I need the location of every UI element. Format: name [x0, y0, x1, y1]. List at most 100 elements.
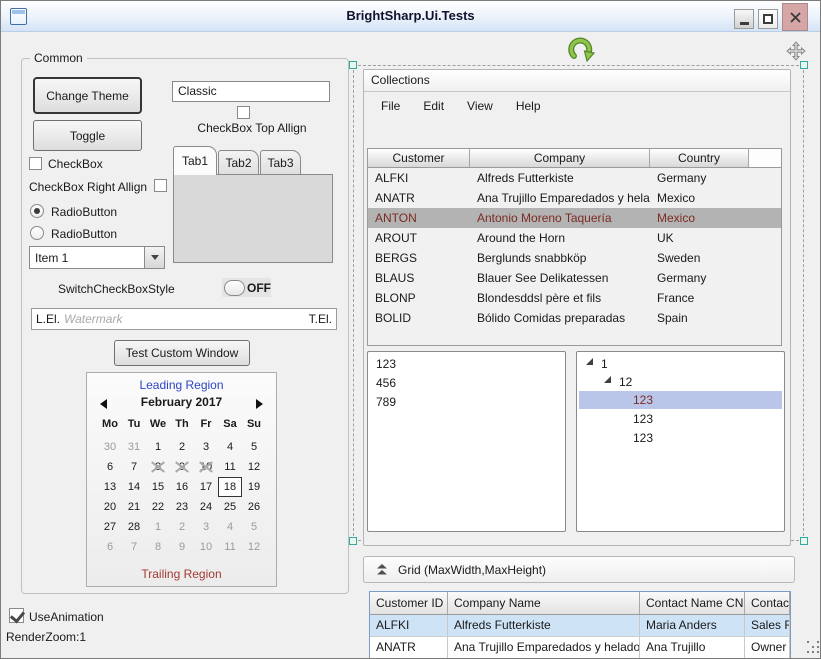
calendar-day[interactable]: 20	[98, 497, 122, 517]
calendar-day[interactable]: 24	[194, 497, 218, 517]
calendar-day[interactable]: 31	[122, 437, 146, 457]
calendar-day[interactable]: 11	[218, 457, 242, 477]
table-row[interactable]: ALFKIAlfreds FutterkisteGermany	[368, 168, 781, 188]
menu-item-help[interactable]: Help	[509, 98, 548, 118]
title-bar[interactable]: BrightSharp.Ui.Tests	[1, 1, 820, 32]
calendar-day[interactable]: 6	[98, 537, 122, 557]
calendar-day[interactable]: 27	[98, 517, 122, 537]
item-combobox[interactable]: Item 1	[29, 246, 165, 269]
calendar-day[interactable]: 17	[194, 477, 218, 497]
column-header-customer-id[interactable]: Customer ID	[370, 592, 448, 614]
menu-item-edit[interactable]: Edit	[416, 98, 451, 118]
calendar-day[interactable]: 9	[170, 457, 194, 477]
checkbox[interactable]	[29, 157, 42, 170]
column-header-company-name[interactable]: Company Name	[448, 592, 640, 614]
calendar-day[interactable]: 12	[242, 537, 266, 557]
tab-tab1[interactable]: Tab1	[173, 146, 217, 175]
calendar-day[interactable]: 16	[170, 477, 194, 497]
table-row[interactable]: ANATRAna Trujillo Emparedados y helaMexi…	[368, 188, 781, 208]
tab-tab2[interactable]: Tab2	[218, 150, 259, 175]
calendar-day[interactable]: 10	[194, 537, 218, 557]
calendar-day[interactable]: 22	[146, 497, 170, 517]
rotate-icon[interactable]	[567, 36, 597, 63]
calendar-day[interactable]: 1	[146, 517, 170, 537]
resize-grip[interactable]	[807, 641, 809, 643]
resize-handle-bottom-left[interactable]	[349, 537, 357, 545]
calendar-month-title[interactable]: February 2017	[87, 395, 276, 409]
calendar-day[interactable]: 11	[218, 537, 242, 557]
switch-knob[interactable]	[224, 280, 245, 296]
column-header-customer[interactable]: Customer	[368, 149, 470, 167]
tree-leaf-selected[interactable]: 123	[633, 391, 653, 409]
calendar-day[interactable]: 30	[98, 437, 122, 457]
table-row[interactable]: BLAUSBlauer See DelikatessenGermany	[368, 268, 781, 288]
tree-leaf[interactable]: 123	[633, 429, 653, 447]
calendar-day[interactable]: 25	[218, 497, 242, 517]
list-item[interactable]: 456	[368, 374, 565, 393]
menu-item-view[interactable]: View	[460, 98, 500, 118]
column-header-company[interactable]: Company	[470, 149, 650, 167]
list-item[interactable]: 123	[368, 355, 565, 374]
close-button[interactable]	[782, 3, 808, 31]
change-theme-button[interactable]: Change Theme	[33, 77, 142, 114]
table-row[interactable]: AROUTAround the HornUK	[368, 228, 781, 248]
calendar-day[interactable]: 23	[170, 497, 194, 517]
table-row[interactable]: BLONPBlondesddsl père et filsFrance	[368, 288, 781, 308]
calendar-day[interactable]: 18	[218, 477, 242, 497]
combobox-dropdown-button[interactable]	[144, 247, 164, 268]
calendar-day[interactable]: 10	[194, 457, 218, 477]
radio-button-2[interactable]	[30, 226, 44, 240]
move-handle-icon[interactable]	[786, 41, 806, 61]
switch-toggle[interactable]: OFF	[222, 278, 271, 297]
calendar-day[interactable]: 2	[170, 517, 194, 537]
tree-leaf[interactable]: 123	[633, 410, 653, 428]
calendar-day[interactable]: 7	[122, 537, 146, 557]
toggle-button[interactable]: Toggle	[33, 120, 142, 151]
calendar-day[interactable]: 19	[242, 477, 266, 497]
menu-item-file[interactable]: File	[374, 98, 407, 118]
tree-node-child[interactable]: 12	[619, 373, 632, 391]
list-item[interactable]: 789	[368, 393, 565, 412]
calendar-day[interactable]: 6	[98, 457, 122, 477]
calendar-day[interactable]: 14	[122, 477, 146, 497]
tree-expander-icon[interactable]	[586, 358, 593, 365]
table-row[interactable]: BOLIDBólido Comidas preparadasSpain	[368, 308, 781, 328]
table-row[interactable]: BERGSBerglunds snabbköpSweden	[368, 248, 781, 268]
calendar-day[interactable]: 26	[242, 497, 266, 517]
checkbox-top-align[interactable]	[237, 106, 250, 119]
calendar-day[interactable]: 1	[146, 437, 170, 457]
column-header-contact-title[interactable]: Contact	[745, 592, 790, 614]
calendar-day[interactable]: 8	[146, 537, 170, 557]
table-row[interactable]: ANTONAntonio Moreno TaqueríaMexico	[368, 208, 781, 228]
calendar-day[interactable]: 5	[242, 517, 266, 537]
calendar-day[interactable]: 9	[170, 537, 194, 557]
calendar-day[interactable]: 15	[146, 477, 170, 497]
resize-handle-top-left[interactable]	[349, 61, 357, 69]
calendar[interactable]: Leading Region February 2017 MoTuWeThFrS…	[86, 372, 277, 587]
column-header-contact-name[interactable]: Contact Name CN	[640, 592, 745, 614]
grid-expander-header[interactable]: Grid (MaxWidth,MaxHeight)	[363, 556, 795, 583]
calendar-day[interactable]: 5	[242, 437, 266, 457]
treeview[interactable]: 1 12 123 123 123	[576, 351, 785, 532]
use-animation-checkbox[interactable]	[9, 608, 24, 623]
resize-handle-bottom-right[interactable]	[800, 537, 808, 545]
table-row[interactable]: ALFKIAlfreds FutterkisteMaria AndersSale…	[370, 615, 790, 637]
maximize-button[interactable]	[758, 9, 778, 29]
calendar-next-icon[interactable]	[256, 399, 263, 409]
radio-button-1[interactable]	[30, 204, 44, 218]
resize-handle-top-right[interactable]	[800, 61, 808, 69]
table-row[interactable]: ANATRAna Trujillo Emparedados y heladosA…	[370, 637, 790, 659]
theme-textbox[interactable]: Classic	[172, 81, 330, 102]
tree-expander-icon[interactable]	[604, 376, 611, 383]
watermark-textbox[interactable]: L.El. Watermark T.El.	[31, 308, 337, 330]
tab-tab3[interactable]: Tab3	[260, 150, 301, 175]
calendar-day[interactable]: 21	[122, 497, 146, 517]
tree-node-root[interactable]: 1	[601, 355, 608, 373]
calendar-day[interactable]: 3	[194, 517, 218, 537]
test-custom-window-button[interactable]: Test Custom Window	[114, 340, 250, 366]
calendar-day[interactable]: 4	[218, 517, 242, 537]
calendar-day[interactable]: 7	[122, 457, 146, 477]
calendar-prev-icon[interactable]	[100, 399, 107, 409]
calendar-day[interactable]: 3	[194, 437, 218, 457]
collapse-icon[interactable]	[376, 564, 388, 576]
